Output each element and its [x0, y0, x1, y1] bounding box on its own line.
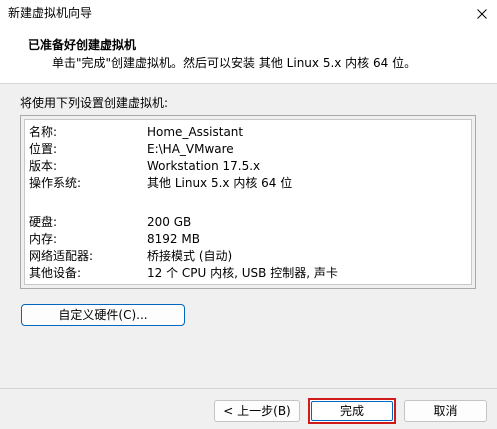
- summary-value: 桥接模式 (自动): [147, 249, 233, 263]
- summary-label: 内存:: [29, 232, 58, 246]
- summary-row-location: 位置: E:\HA_VMware: [29, 141, 469, 157]
- summary-label: 操作系统:: [29, 176, 82, 190]
- summary-row-version: 版本: Workstation 17.5.x: [29, 158, 469, 174]
- summary-value: E:\HA_VMware: [147, 142, 234, 156]
- summary-label: 硬盘:: [29, 215, 58, 229]
- summary-value: 200 GB: [147, 215, 192, 229]
- back-button[interactable]: < 上一步(B): [214, 400, 300, 422]
- summary-row-disk: 硬盘: 200 GB: [29, 214, 469, 230]
- summary-value: Workstation 17.5.x: [147, 159, 261, 173]
- new-vm-wizard-window: 新建虚拟机向导 已准备好创建虚拟机 单击"完成"创建虚拟机。然后可以安装 其他 …: [0, 0, 497, 429]
- summary-value: 8192 MB: [147, 232, 200, 246]
- summary-row-os: 操作系统: 其他 Linux 5.x 内核 64 位: [29, 175, 469, 191]
- summary-value: 12 个 CPU 内核, USB 控制器, 声卡: [147, 266, 338, 280]
- wizard-header: 已准备好创建虚拟机 单击"完成"创建虚拟机。然后可以安装 其他 Linux 5.…: [0, 27, 497, 84]
- header-title: 已准备好创建虚拟机: [28, 38, 137, 52]
- close-button[interactable]: [467, 0, 497, 27]
- summary-value: 其他 Linux 5.x 内核 64 位: [147, 176, 293, 190]
- finish-button-label: 完成: [311, 401, 393, 421]
- summary-label: 名称:: [29, 125, 58, 139]
- summary-row-name: 名称: Home_Assistant: [29, 124, 469, 140]
- customize-hardware-button[interactable]: 自定义硬件(C)...: [21, 304, 185, 326]
- summary-row-memory: 内存: 8192 MB: [29, 231, 469, 247]
- header-subtitle: 单击"完成"创建虚拟机。然后可以安装 其他 Linux 5.x 内核 64 位。: [52, 56, 417, 70]
- cancel-button[interactable]: 取消: [404, 400, 487, 422]
- summary-row-devices: 其他设备: 12 个 CPU 内核, USB 控制器, 声卡: [29, 265, 469, 281]
- title-bar: 新建虚拟机向导: [0, 0, 497, 27]
- summary-value: Home_Assistant: [147, 125, 244, 139]
- footer-divider: [0, 388, 497, 389]
- summary-label: 版本:: [29, 159, 58, 173]
- settings-summary-box: 名称: Home_Assistant 位置: E:\HA_VMware 版本: …: [20, 115, 476, 289]
- close-icon: [477, 8, 487, 19]
- summary-row-network: 网络适配器: 桥接模式 (自动): [29, 248, 469, 264]
- settings-summary-list: 名称: Home_Assistant 位置: E:\HA_VMware 版本: …: [24, 119, 472, 285]
- settings-intro-label: 将使用下列设置创建虚拟机:: [20, 96, 169, 110]
- summary-label: 网络适配器:: [29, 249, 94, 263]
- summary-label: 其他设备:: [29, 266, 82, 280]
- summary-label: 位置:: [29, 142, 58, 156]
- finish-button[interactable]: 完成: [308, 398, 396, 424]
- summary-row-spacer: [29, 192, 469, 208]
- window-title: 新建虚拟机向导: [8, 6, 93, 20]
